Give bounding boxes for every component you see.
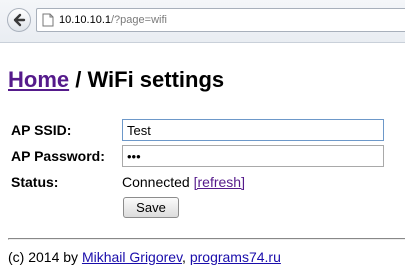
arrow-left-icon — [13, 13, 26, 27]
url-text: 10.10.10.1/?page=wifi — [59, 13, 167, 27]
status-value-wrap: Connected [refresh] — [122, 173, 245, 191]
ssid-input[interactable] — [122, 119, 384, 141]
footer-divider — [8, 238, 405, 240]
page-title: Home / WiFi settings — [8, 66, 224, 94]
footer: (c) 2014 by Mikhail Grigorev, programs74… — [8, 248, 281, 266]
status-label: Status: — [11, 174, 59, 190]
password-input[interactable] — [122, 145, 384, 167]
refresh-link[interactable]: [refresh] — [194, 174, 245, 190]
ssid-label: AP SSID: — [11, 122, 72, 138]
url-host: 10.10.10.1 — [59, 14, 111, 26]
password-label: AP Password: — [11, 148, 105, 164]
home-link[interactable]: Home — [8, 67, 69, 92]
browser-toolbar: 10.10.10.1/?page=wifi — [0, 0, 405, 43]
save-button[interactable]: Save — [123, 197, 179, 218]
page-title-text: / WiFi settings — [69, 67, 225, 92]
site-link[interactable]: programs74.ru — [190, 249, 281, 265]
url-path: /?page=wifi — [111, 14, 167, 26]
status-value: Connected — [122, 174, 190, 190]
footer-separator: , — [182, 249, 190, 265]
document-icon — [42, 13, 54, 27]
author-link[interactable]: Mikhail Grigorev — [82, 249, 182, 265]
copyright-text: (c) 2014 by — [8, 249, 82, 265]
back-button[interactable] — [7, 8, 31, 32]
address-bar[interactable]: 10.10.10.1/?page=wifi — [36, 8, 405, 32]
